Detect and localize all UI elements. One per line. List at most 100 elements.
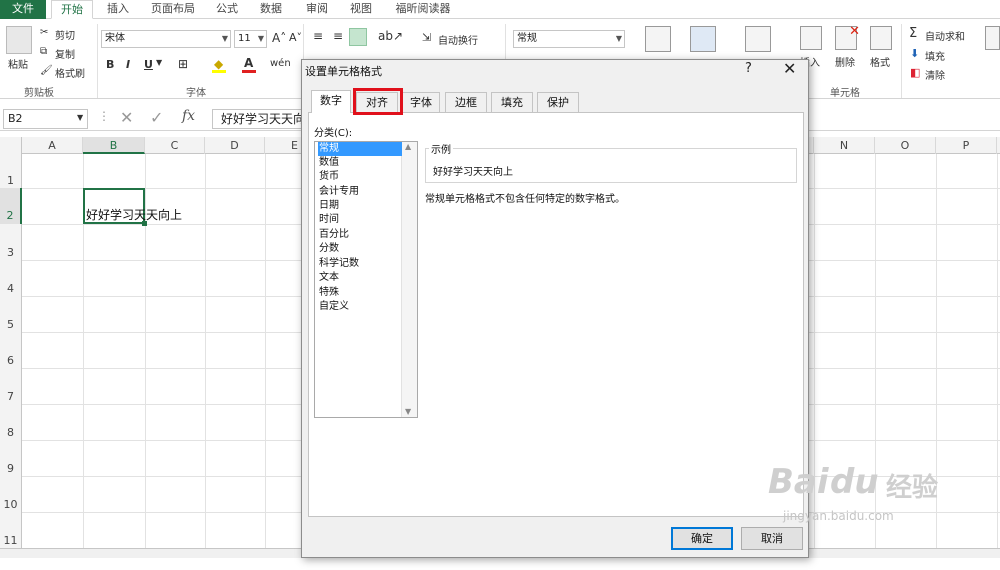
delete-cells-icon[interactable]: ✕: [835, 24, 860, 50]
orientation-icon[interactable]: ab↗: [378, 29, 403, 43]
row-header-7[interactable]: 7: [0, 368, 22, 404]
eraser-icon: ◧: [910, 66, 921, 79]
autosum-button[interactable]: 自动求和: [925, 28, 965, 43]
align-middle-icon[interactable]: ≡: [333, 29, 343, 43]
column-header-b[interactable]: B: [83, 137, 145, 154]
tab-foxit[interactable]: 福昕阅读器: [388, 0, 458, 19]
cancel-button[interactable]: 取消: [741, 527, 803, 550]
font-color-icon[interactable]: A: [244, 56, 253, 70]
category-item-custom[interactable]: 自定义: [318, 300, 349, 314]
cell-style-icon[interactable]: [745, 26, 771, 52]
sort-filter-icon[interactable]: [985, 26, 1000, 50]
font-name-value: 宋体: [105, 33, 125, 44]
close-icon[interactable]: ✕: [783, 59, 796, 78]
tab-insert[interactable]: 插入: [100, 0, 136, 19]
number-format-select[interactable]: 常规 ▼: [513, 30, 625, 48]
select-all-corner[interactable]: [0, 137, 22, 154]
fill-color-icon[interactable]: ◆: [214, 57, 223, 71]
row-header-3[interactable]: 3: [0, 224, 22, 260]
category-item-number[interactable]: 数值: [318, 156, 339, 170]
insert-cells-icon[interactable]: [800, 26, 822, 50]
bold-button[interactable]: B: [106, 58, 114, 71]
category-item-currency[interactable]: 货币: [318, 170, 339, 184]
category-item-special[interactable]: 特殊: [318, 286, 339, 300]
tab-protection[interactable]: 保护: [537, 92, 579, 112]
conditional-format-icon[interactable]: [645, 26, 671, 52]
fill-button[interactable]: 填充: [925, 48, 945, 63]
tab-home[interactable]: 开始: [51, 0, 93, 19]
paste-label[interactable]: 粘贴: [8, 56, 28, 71]
column-header-o[interactable]: O: [875, 137, 936, 154]
name-box[interactable]: B2: [3, 109, 88, 129]
number-format-value: 常规: [517, 33, 537, 44]
row-header-6[interactable]: 6: [0, 332, 22, 368]
category-scrollbar[interactable]: ▲ ▼: [401, 142, 417, 417]
tab-number[interactable]: 数字: [311, 90, 351, 113]
table-format-icon[interactable]: [690, 26, 716, 52]
delete-cells-button[interactable]: 删除: [835, 54, 855, 69]
align-top-icon[interactable]: ≡: [313, 29, 323, 43]
insert-function-icon[interactable]: fx: [182, 108, 195, 124]
scroll-up-icon[interactable]: ▲: [405, 142, 411, 151]
font-size-select[interactable]: 11 ▼: [234, 30, 267, 48]
align-bottom-icon[interactable]: [349, 28, 367, 46]
format-cells-button[interactable]: 格式: [870, 54, 890, 69]
wrap-text-button[interactable]: 自动换行: [438, 32, 478, 47]
tab-view[interactable]: 视图: [343, 0, 379, 19]
font-name-select[interactable]: 宋体 ▼: [101, 30, 231, 48]
category-item-scientific[interactable]: 科学记数: [318, 257, 359, 271]
category-item-time[interactable]: 时间: [318, 213, 339, 227]
underline-button[interactable]: U: [144, 58, 153, 71]
phonetic-icon[interactable]: wén: [270, 58, 291, 69]
tab-review[interactable]: 审阅: [299, 0, 335, 19]
tab-file[interactable]: 文件: [0, 0, 46, 19]
clear-button[interactable]: 清除: [925, 67, 945, 82]
tab-data[interactable]: 数据: [253, 0, 289, 19]
row-header-4[interactable]: 4: [0, 260, 22, 296]
format-painter-button[interactable]: 格式刷: [55, 65, 85, 80]
tab-page-layout[interactable]: 页面布局: [145, 0, 201, 19]
copy-button[interactable]: 复制: [55, 46, 75, 61]
row-header-5[interactable]: 5: [0, 296, 22, 332]
ok-button[interactable]: 确定: [671, 527, 733, 550]
paste-icon[interactable]: [6, 26, 32, 54]
category-item-percentage[interactable]: 百分比: [318, 228, 349, 242]
tab-border[interactable]: 边框: [445, 92, 487, 112]
row-header-2[interactable]: 2: [0, 188, 22, 224]
tab-formulas[interactable]: 公式: [209, 0, 245, 19]
chevron-down-icon[interactable]: ▼: [77, 113, 83, 122]
column-header-a[interactable]: A: [22, 137, 83, 154]
scroll-down-icon[interactable]: ▼: [405, 407, 411, 416]
help-icon[interactable]: ?: [745, 61, 752, 76]
category-item-fraction[interactable]: 分数: [318, 242, 339, 256]
font-color-swatch: [242, 70, 256, 73]
tab-fill[interactable]: 填充: [491, 92, 533, 112]
category-item-accounting[interactable]: 会计专用: [318, 185, 359, 199]
shrink-font-icon[interactable]: A˅: [289, 31, 302, 44]
chevron-down-icon[interactable]: ▼: [156, 58, 162, 67]
row-header-10[interactable]: 10: [0, 476, 22, 512]
cancel-entry-icon[interactable]: ✕: [120, 108, 133, 127]
border-icon[interactable]: ⊞: [178, 57, 188, 71]
column-header-d[interactable]: D: [205, 137, 265, 154]
row-header-1[interactable]: 1: [0, 154, 22, 188]
row-header-8[interactable]: 8: [0, 404, 22, 440]
category-item-date[interactable]: 日期: [318, 199, 339, 213]
grow-font-icon[interactable]: A˄: [272, 31, 286, 45]
category-item-general[interactable]: 常规: [318, 142, 402, 156]
row-header-9[interactable]: 9: [0, 440, 22, 476]
row-header-11[interactable]: 11: [0, 512, 22, 548]
column-header-p[interactable]: P: [936, 137, 997, 154]
sample-label: 示例: [429, 141, 453, 156]
column-header-c[interactable]: C: [145, 137, 205, 154]
formula-input[interactable]: 好好学习天天向上: [212, 109, 302, 129]
watermark-url: jingyan.baidu.com: [783, 509, 894, 523]
confirm-entry-icon[interactable]: ✓: [150, 108, 163, 127]
cut-button[interactable]: 剪切: [55, 27, 75, 42]
tab-font[interactable]: 字体: [402, 92, 440, 112]
column-header-n[interactable]: N: [814, 137, 875, 154]
category-item-text[interactable]: 文本: [318, 271, 339, 285]
format-cells-icon[interactable]: [870, 26, 892, 50]
italic-button[interactable]: I: [126, 58, 130, 71]
delete-x-icon: ✕: [849, 24, 860, 39]
